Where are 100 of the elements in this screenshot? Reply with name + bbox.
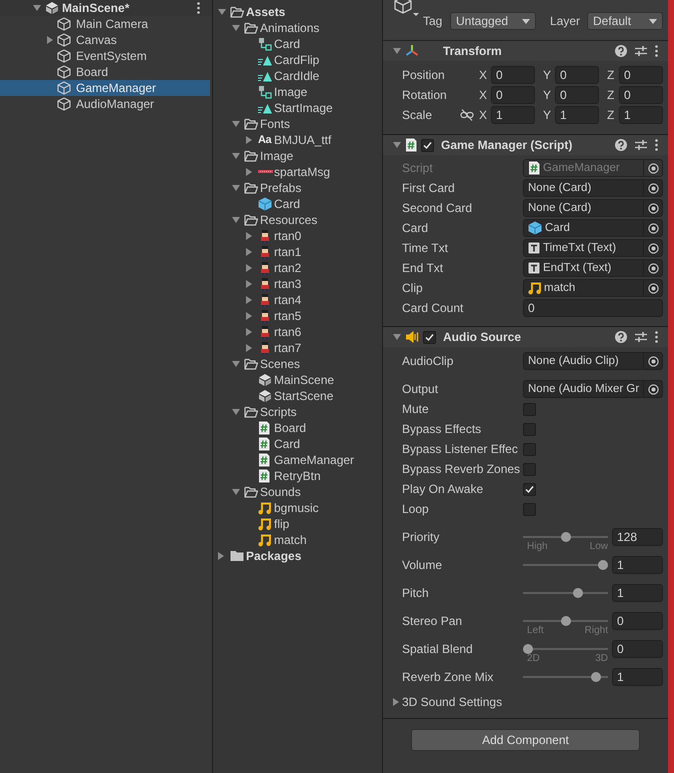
number-field[interactable]: 0 bbox=[612, 640, 663, 658]
gameobject-icon[interactable] bbox=[393, 0, 419, 18]
project-item[interactable]: spartaMsg bbox=[246, 164, 382, 180]
number-field[interactable]: 1 bbox=[612, 668, 663, 686]
down-arrow-icon[interactable] bbox=[232, 409, 240, 415]
component-enabled-checkbox[interactable] bbox=[421, 138, 434, 152]
project-item[interactable]: RetryBtn bbox=[246, 468, 382, 484]
add-component-button[interactable]: Add Component bbox=[411, 729, 640, 751]
project-item[interactable]: StartImage bbox=[246, 100, 382, 116]
right-arrow-icon[interactable] bbox=[246, 328, 252, 336]
project-item[interactable]: Animations bbox=[232, 20, 382, 36]
presets-icon[interactable] bbox=[635, 331, 647, 343]
object-field[interactable]: EndTxt (Text) bbox=[523, 259, 663, 277]
project-item[interactable]: Fonts bbox=[232, 116, 382, 132]
number-field[interactable]: 128 bbox=[612, 528, 663, 546]
project-item[interactable]: rtan0 bbox=[246, 228, 382, 244]
project-item[interactable]: Aa BMJUA_ttf bbox=[246, 132, 382, 148]
down-arrow-icon[interactable] bbox=[393, 334, 401, 340]
scene-name[interactable]: MainScene* bbox=[62, 1, 130, 15]
number-field[interactable]: 0 bbox=[523, 299, 663, 317]
hierarchy-item[interactable]: Canvas bbox=[0, 32, 212, 48]
slider-thumb[interactable] bbox=[523, 644, 533, 654]
checkbox[interactable] bbox=[523, 482, 536, 496]
project-item[interactable]: GameManager bbox=[246, 452, 382, 468]
number-field[interactable]: 0 bbox=[555, 86, 599, 104]
right-arrow-icon[interactable] bbox=[246, 280, 252, 288]
more-menu-icon[interactable] bbox=[655, 139, 658, 151]
number-field[interactable]: 1 bbox=[555, 106, 599, 124]
down-arrow-icon[interactable] bbox=[232, 361, 240, 367]
down-arrow-icon[interactable] bbox=[33, 5, 41, 11]
more-menu-icon[interactable] bbox=[655, 45, 658, 57]
right-arrow-icon[interactable] bbox=[246, 248, 252, 256]
project-item[interactable]: Card bbox=[246, 36, 382, 52]
project-item[interactable]: Image bbox=[246, 84, 382, 100]
right-arrow-icon[interactable] bbox=[393, 698, 399, 706]
project-item[interactable]: Sounds bbox=[232, 484, 382, 500]
checkbox[interactable] bbox=[523, 442, 536, 456]
checkbox[interactable] bbox=[523, 422, 536, 436]
right-arrow-icon[interactable] bbox=[246, 168, 252, 176]
checkbox[interactable] bbox=[523, 462, 536, 476]
object-field[interactable]: Card bbox=[523, 219, 663, 237]
number-field[interactable]: 0 bbox=[555, 66, 599, 84]
more-menu-icon[interactable] bbox=[655, 331, 658, 343]
project-item[interactable]: bgmusic bbox=[246, 500, 382, 516]
hierarchy-item[interactable]: Board bbox=[0, 64, 212, 80]
tag-dropdown[interactable]: Untagged bbox=[450, 12, 536, 30]
project-item[interactable]: StartScene bbox=[246, 388, 382, 404]
object-field[interactable]: None (Audio Clip) bbox=[523, 352, 663, 370]
project-item[interactable]: rtan6 bbox=[246, 324, 382, 340]
slider-thumb[interactable] bbox=[560, 616, 570, 626]
hierarchy-item[interactable]: EventSystem bbox=[0, 48, 212, 64]
project-item[interactable]: rtan3 bbox=[246, 276, 382, 292]
right-arrow-icon[interactable] bbox=[246, 232, 252, 240]
down-arrow-icon[interactable] bbox=[232, 489, 240, 495]
down-arrow-icon[interactable] bbox=[232, 153, 240, 159]
object-field[interactable]: None (Card) bbox=[523, 179, 663, 197]
number-field[interactable]: 0 bbox=[491, 86, 535, 104]
right-arrow-icon[interactable] bbox=[246, 264, 252, 272]
project-item[interactable]: Card bbox=[246, 436, 382, 452]
slider-thumb[interactable] bbox=[598, 560, 608, 570]
project-item[interactable]: Packages bbox=[218, 548, 382, 564]
project-item[interactable]: Scenes bbox=[232, 356, 382, 372]
project-item[interactable]: rtan4 bbox=[246, 292, 382, 308]
project-item[interactable]: Card bbox=[246, 196, 382, 212]
right-arrow-icon[interactable] bbox=[218, 552, 224, 560]
project-item[interactable]: Resources bbox=[232, 212, 382, 228]
hierarchy-item[interactable]: GameManager bbox=[0, 80, 210, 96]
right-arrow-icon[interactable] bbox=[246, 312, 252, 320]
help-icon[interactable] bbox=[615, 331, 627, 343]
project-item[interactable]: Board bbox=[246, 420, 382, 436]
number-field[interactable]: 0 bbox=[491, 66, 535, 84]
foldout-toggle[interactable]: 3D Sound Settings bbox=[383, 692, 668, 712]
down-arrow-icon[interactable] bbox=[393, 142, 401, 148]
object-field[interactable]: match bbox=[523, 279, 663, 297]
down-arrow-icon[interactable] bbox=[232, 217, 240, 223]
presets-icon[interactable] bbox=[635, 45, 647, 57]
project-item[interactable]: CardIdle bbox=[246, 68, 382, 84]
project-item[interactable]: rtan1 bbox=[246, 244, 382, 260]
number-field[interactable]: 0 bbox=[619, 86, 663, 104]
project-item[interactable]: match bbox=[246, 532, 382, 548]
checkbox[interactable] bbox=[523, 402, 536, 416]
project-item[interactable]: flip bbox=[246, 516, 382, 532]
number-field[interactable]: 0 bbox=[612, 612, 663, 630]
layer-dropdown[interactable]: Default bbox=[587, 12, 663, 30]
help-icon[interactable] bbox=[615, 139, 627, 151]
object-field[interactable]: None (Card) bbox=[523, 199, 663, 217]
project-item[interactable]: Prefabs bbox=[232, 180, 382, 196]
right-arrow-icon[interactable] bbox=[246, 136, 252, 144]
hierarchy-item[interactable]: AudioManager bbox=[0, 96, 212, 112]
number-field[interactable]: 0 bbox=[619, 66, 663, 84]
down-arrow-icon[interactable] bbox=[218, 9, 226, 15]
slider-thumb[interactable] bbox=[560, 532, 570, 542]
down-arrow-icon[interactable] bbox=[232, 25, 240, 31]
project-item[interactable]: Assets bbox=[218, 4, 382, 20]
down-arrow-icon[interactable] bbox=[393, 48, 401, 54]
more-menu-icon[interactable] bbox=[197, 2, 200, 14]
hierarchy-item[interactable]: Main Camera bbox=[0, 16, 212, 32]
presets-icon[interactable] bbox=[635, 139, 647, 151]
project-item[interactable]: CardFlip bbox=[246, 52, 382, 68]
project-item[interactable]: MainScene bbox=[246, 372, 382, 388]
